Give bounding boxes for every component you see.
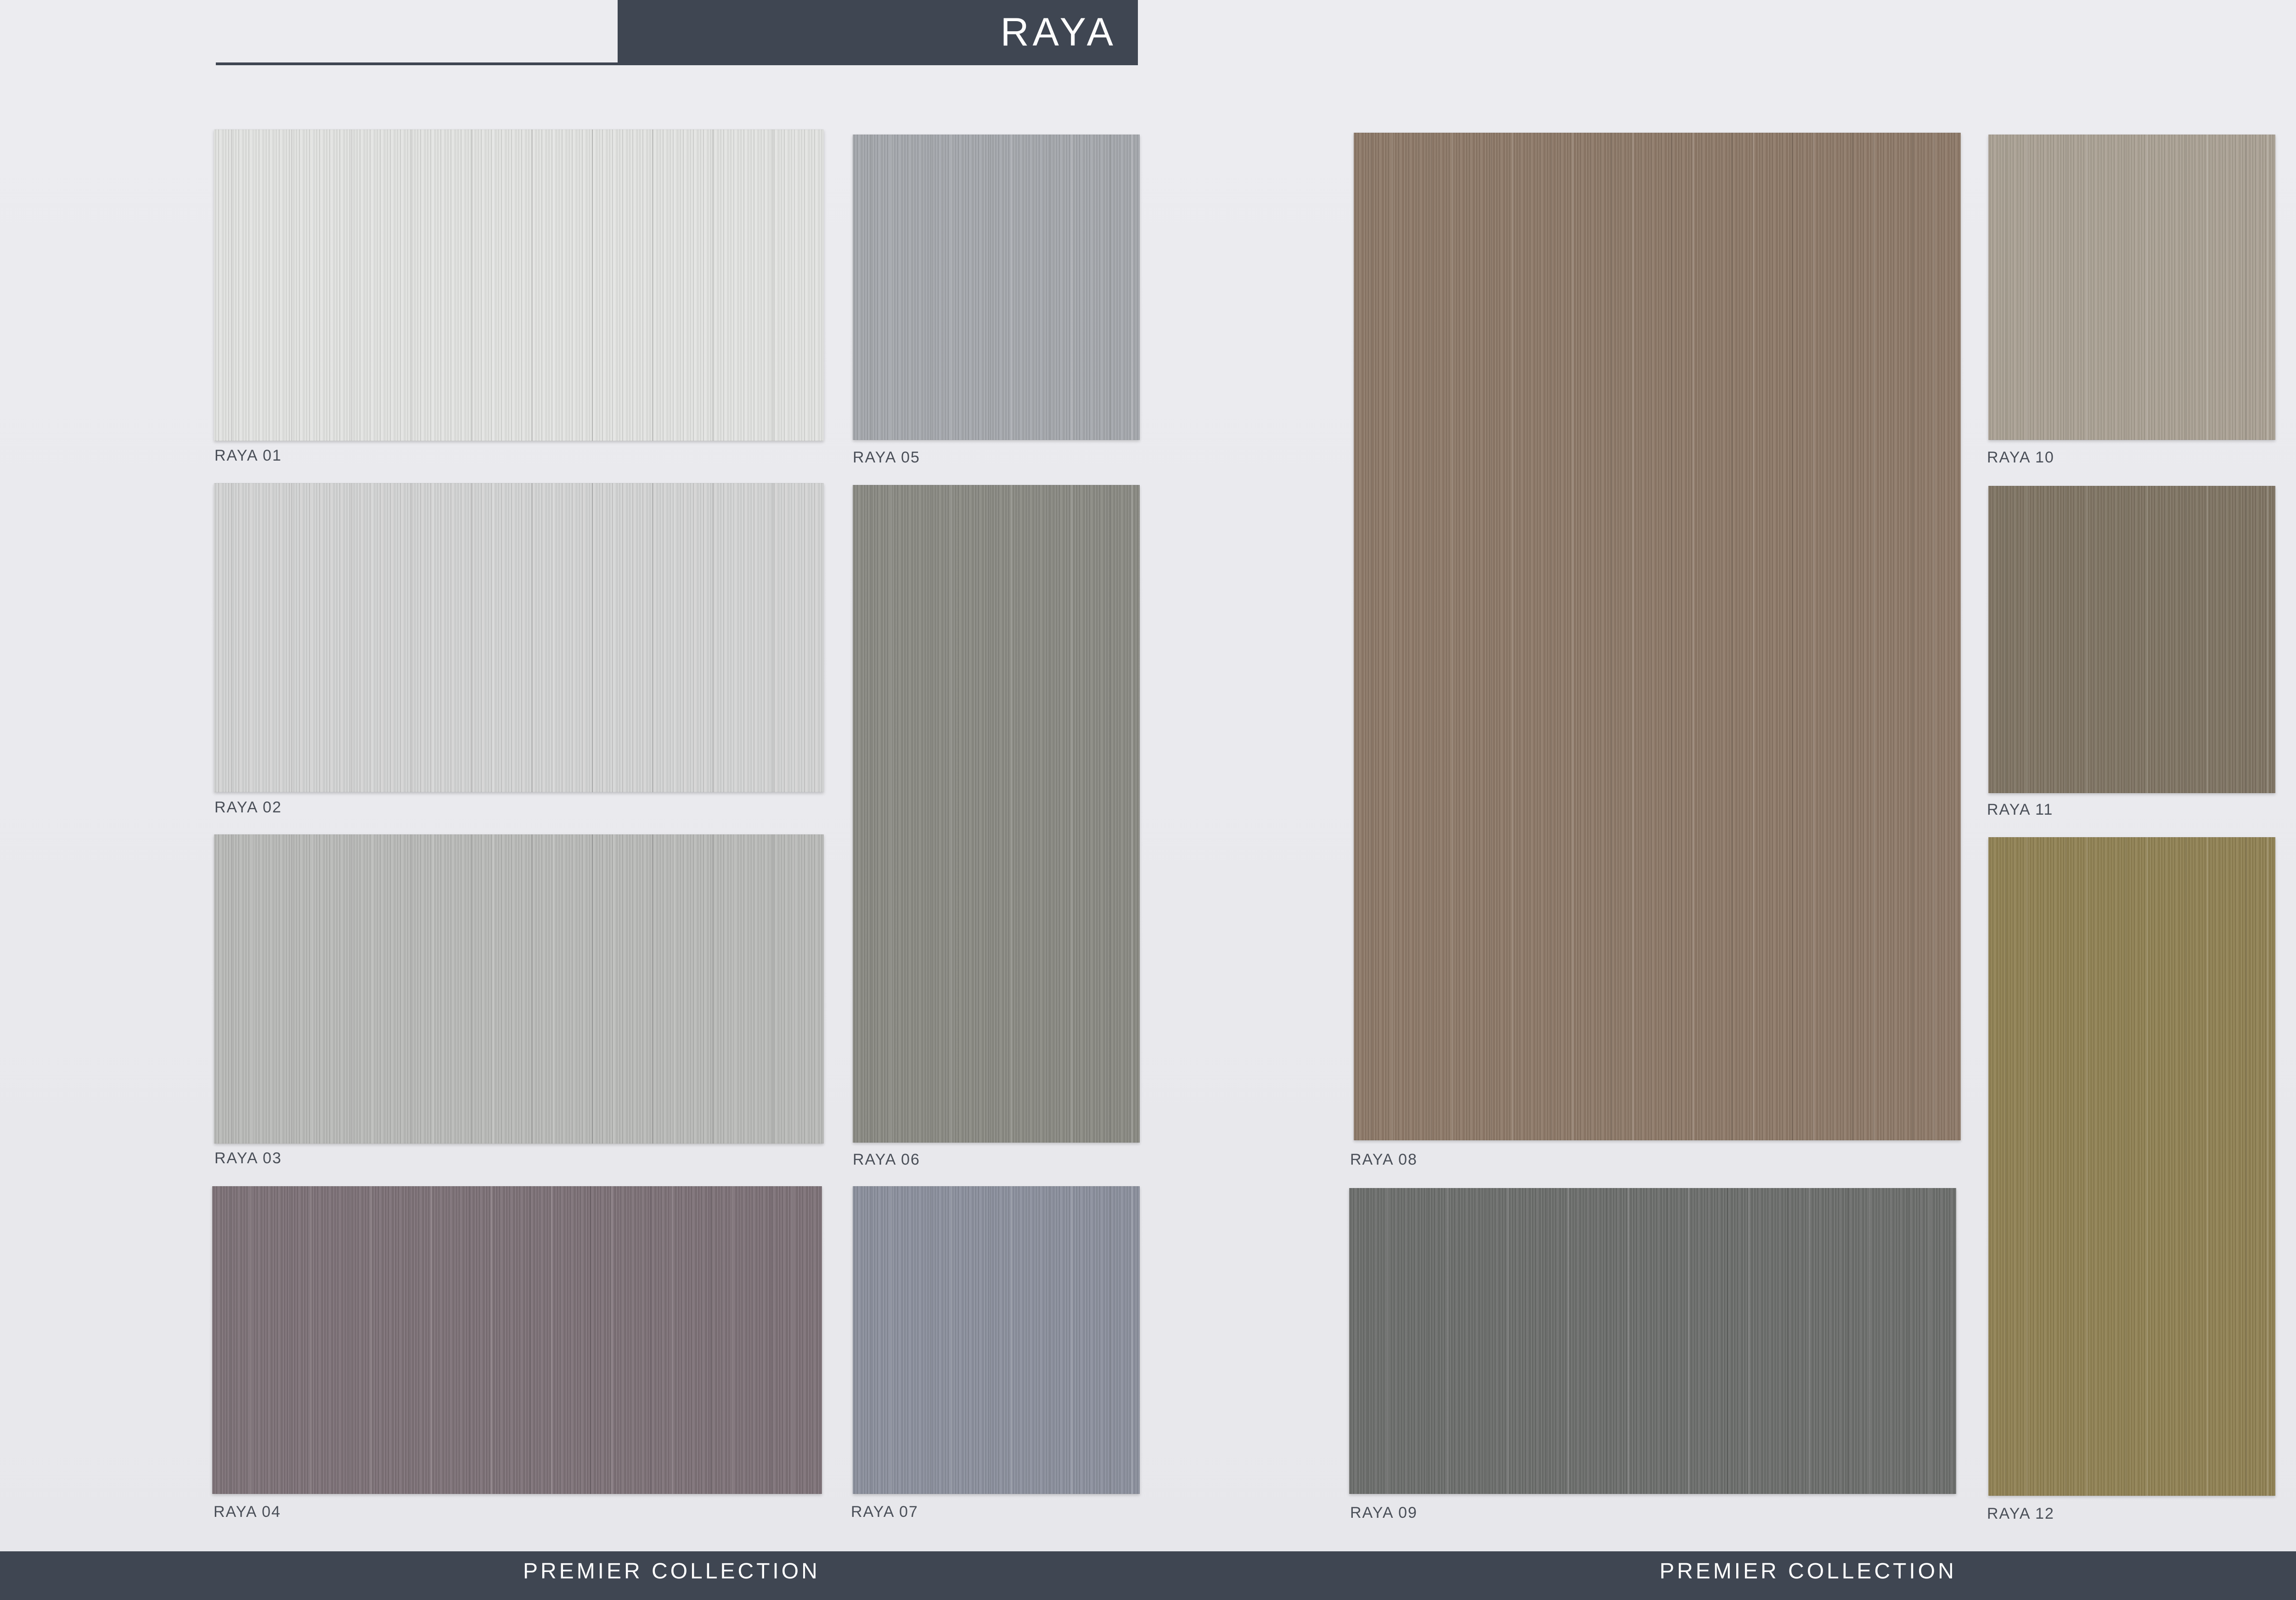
swatch-label-raya-04: RAYA 04	[214, 1503, 281, 1521]
swatch-raya-05[interactable]	[853, 135, 1140, 440]
swatch-label-raya-10: RAYA 10	[1987, 449, 2054, 466]
footer-text-left: PREMIER COLLECTION	[523, 1559, 820, 1583]
swatch-raya-11[interactable]	[1988, 486, 2275, 793]
swatch-label-raya-08: RAYA 08	[1350, 1151, 1418, 1168]
header-title-band: RAYA	[618, 0, 1138, 65]
swatch-raya-07[interactable]	[853, 1186, 1140, 1494]
header-rule	[216, 62, 620, 65]
catalog-page: RAYA RAYA 01 RAYA 02 RAYA 03 RAYA 04 RAY…	[0, 0, 2296, 1600]
footer-text-right: PREMIER COLLECTION	[1660, 1559, 1957, 1583]
swatch-label-raya-05: RAYA 05	[853, 449, 920, 466]
swatch-raya-03[interactable]	[214, 834, 824, 1144]
swatch-label-raya-09: RAYA 09	[1350, 1504, 1418, 1521]
swatch-raya-12[interactable]	[1988, 837, 2275, 1496]
swatch-label-raya-02: RAYA 02	[214, 799, 282, 816]
swatch-raya-10[interactable]	[1988, 135, 2275, 440]
swatch-label-raya-03: RAYA 03	[214, 1149, 282, 1167]
swatch-raya-02[interactable]	[214, 483, 824, 792]
swatch-label-raya-11: RAYA 11	[1987, 801, 2054, 818]
swatch-raya-06[interactable]	[853, 485, 1140, 1143]
swatch-raya-08[interactable]	[1354, 133, 1961, 1140]
swatch-raya-01[interactable]	[214, 130, 824, 441]
swatch-label-raya-01: RAYA 01	[214, 447, 282, 464]
swatch-raya-09[interactable]	[1349, 1188, 1956, 1494]
swatch-label-raya-12: RAYA 12	[1987, 1505, 2054, 1522]
swatch-raya-04[interactable]	[212, 1186, 822, 1494]
swatch-label-raya-06: RAYA 06	[853, 1151, 920, 1168]
page-title: RAYA	[1000, 10, 1117, 54]
swatch-label-raya-07: RAYA 07	[851, 1503, 918, 1521]
